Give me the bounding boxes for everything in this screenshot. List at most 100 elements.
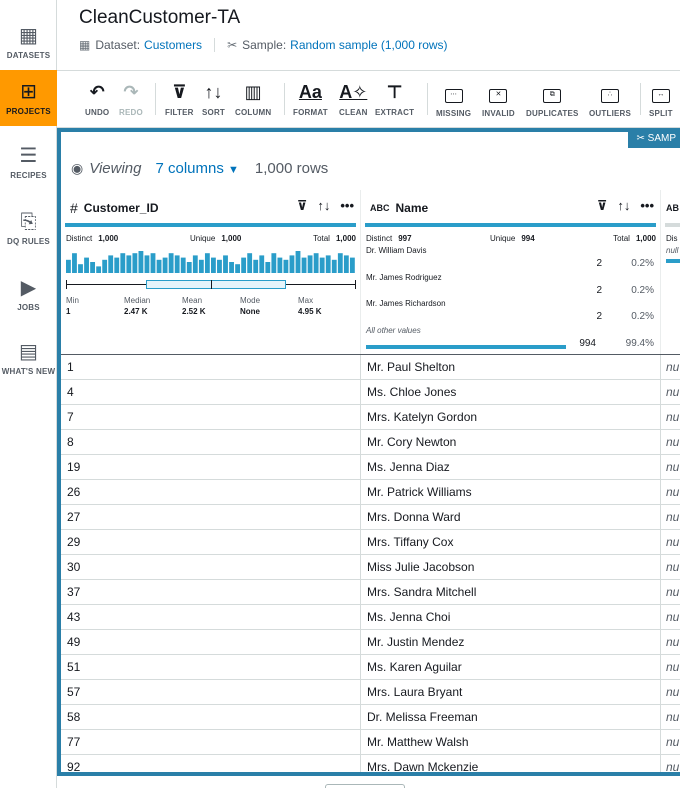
table-row[interactable]: 43 Ms. Jenna Choi nu — [61, 605, 680, 630]
histogram-bar[interactable] — [180, 257, 186, 273]
cell-third-column[interactable]: nu — [661, 680, 680, 705]
column-card-name[interactable]: ABC Name ⊽ ↑↓ ••• Distinct 997 Unique 994 … — [361, 190, 661, 354]
cell-third-column[interactable]: nu — [661, 630, 680, 655]
table-row[interactable]: 26 Mr. Patrick Williams nu — [61, 480, 680, 505]
cell-customer-id[interactable]: 29 — [61, 530, 361, 555]
histogram-bar[interactable] — [198, 259, 204, 273]
columns-dropdown[interactable]: 7 columns ▼ — [155, 160, 238, 177]
table-row[interactable]: 37 Mrs. Sandra Mitchell nu — [61, 580, 680, 605]
cell-customer-id[interactable]: 43 — [61, 605, 361, 630]
histogram-bar[interactable] — [108, 255, 114, 273]
missing-button[interactable]: ⋯ MISSING — [436, 71, 471, 127]
nav-recipes[interactable]: ☰ RECIPES — [0, 134, 57, 190]
cell-customer-id[interactable]: 77 — [61, 730, 361, 755]
histogram-bar[interactable] — [192, 255, 198, 273]
top-value-row[interactable]: Mr. James Richardson 2 0.2% — [366, 299, 654, 322]
nav-whats-new[interactable]: ▤ WHAT'S NEW — [0, 330, 57, 386]
histogram-bar[interactable] — [265, 262, 271, 273]
histogram-bar[interactable] — [114, 257, 120, 273]
outliers-button[interactable]: ∴ OUTLIERS — [589, 71, 631, 127]
histogram-bar[interactable] — [66, 259, 71, 273]
histogram-bar[interactable] — [126, 255, 132, 273]
histogram-bar[interactable] — [132, 253, 138, 273]
other-values-row[interactable]: All other values 994 99.4% — [366, 326, 654, 349]
histogram-bar[interactable] — [283, 259, 289, 273]
histogram-bar[interactable] — [162, 257, 168, 273]
cell-customer-id[interactable]: 51 — [61, 655, 361, 680]
table-row[interactable]: 51 Ms. Karen Aguilar nu — [61, 655, 680, 680]
histogram-bar[interactable] — [259, 255, 265, 273]
histogram-bar[interactable] — [313, 253, 319, 273]
histogram-bar[interactable] — [349, 257, 355, 273]
sample-link[interactable]: Random sample (1,000 rows) — [290, 38, 447, 52]
cell-name[interactable]: Mrs. Katelyn Gordon — [361, 405, 661, 430]
histogram-bar[interactable] — [84, 257, 89, 273]
cell-name[interactable]: Mr. Paul Shelton — [361, 355, 661, 380]
cell-third-column[interactable]: nu — [661, 580, 680, 605]
cell-name[interactable]: Miss Julie Jacobson — [361, 555, 661, 580]
histogram-bar[interactable] — [235, 264, 241, 273]
column-header[interactable]: ABC Name ⊽ ↑↓ ••• — [361, 198, 660, 218]
horizontal-scroll-handle[interactable] — [325, 784, 405, 788]
cell-customer-id[interactable]: 19 — [61, 455, 361, 480]
split-button[interactable]: ↔ SPLIT — [649, 71, 673, 127]
table-row[interactable]: 29 Mrs. Tiffany Cox nu — [61, 530, 680, 555]
table-row[interactable]: 58 Dr. Melissa Freeman nu — [61, 705, 680, 730]
cell-customer-id[interactable]: 27 — [61, 505, 361, 530]
histogram-bar[interactable] — [325, 255, 331, 273]
cell-third-column[interactable]: nu — [661, 505, 680, 530]
histogram-bar[interactable] — [247, 253, 253, 273]
histogram-bar[interactable] — [253, 259, 259, 273]
cell-customer-id[interactable]: 57 — [61, 680, 361, 705]
top-value-row[interactable]: Dr. William Davis 2 0.2% — [366, 246, 654, 269]
cell-customer-id[interactable]: 37 — [61, 580, 361, 605]
histogram-bar[interactable] — [72, 253, 77, 273]
histogram-bar[interactable] — [174, 255, 180, 273]
histogram-bar[interactable] — [229, 262, 234, 273]
table-row[interactable]: 77 Mr. Matthew Walsh nu — [61, 730, 680, 755]
table-row[interactable]: 57 Mrs. Laura Bryant nu — [61, 680, 680, 705]
histogram-bar[interactable] — [120, 253, 126, 273]
cell-third-column[interactable]: nu — [661, 355, 680, 380]
histogram-bar[interactable] — [337, 253, 343, 273]
cell-name[interactable]: Mr. Matthew Walsh — [361, 730, 661, 755]
histogram-bar[interactable] — [307, 255, 313, 273]
cell-name[interactable]: Mr. Justin Mendez — [361, 630, 661, 655]
column-card-customer-id[interactable]: # Customer_ID ⊽ ↑↓ ••• Distinct 1,000 Uni… — [61, 190, 361, 354]
histogram-bar[interactable] — [168, 253, 174, 273]
histogram-bar[interactable] — [186, 262, 192, 273]
column-button[interactable]: ▥ COLUMN — [235, 71, 271, 127]
invalid-button[interactable]: ✕ INVALID — [482, 71, 515, 127]
histogram-bar[interactable] — [78, 264, 83, 273]
histogram-bar[interactable] — [138, 251, 144, 273]
histogram[interactable] — [66, 251, 356, 273]
table-row[interactable]: 49 Mr. Justin Mendez nu — [61, 630, 680, 655]
cell-third-column[interactable]: nu — [661, 605, 680, 630]
redo-button[interactable]: ↷ REDO — [119, 71, 143, 127]
column-header[interactable]: AB — [661, 198, 680, 218]
table-row[interactable]: 7 Mrs. Katelyn Gordon nu — [61, 405, 680, 430]
cell-name[interactable]: Mrs. Donna Ward — [361, 505, 661, 530]
table-row[interactable]: 8 Mr. Cory Newton nu — [61, 430, 680, 455]
cell-third-column[interactable]: nu — [661, 655, 680, 680]
dataset-link[interactable]: Customers — [144, 38, 202, 52]
histogram-bar[interactable] — [319, 257, 325, 273]
histogram-bar[interactable] — [217, 259, 222, 273]
filter-icon[interactable]: ⊽ — [597, 198, 608, 214]
cell-customer-id[interactable]: 1 — [61, 355, 361, 380]
histogram-bar[interactable] — [156, 259, 162, 273]
histogram-bar[interactable] — [211, 257, 216, 273]
table-row[interactable]: 30 Miss Julie Jacobson nu — [61, 555, 680, 580]
cell-name[interactable]: Mrs. Tiffany Cox — [361, 530, 661, 555]
column-header[interactable]: # Customer_ID ⊽ ↑↓ ••• — [61, 198, 360, 218]
top-value-row[interactable]: Mr. James Rodriguez 2 0.2% — [366, 273, 654, 296]
cell-name[interactable]: Mrs. Dawn Mckenzie — [361, 755, 661, 772]
cell-third-column[interactable]: nu — [661, 730, 680, 755]
cell-third-column[interactable]: nu — [661, 755, 680, 772]
histogram-bar[interactable] — [96, 266, 102, 273]
cell-third-column[interactable]: nu — [661, 480, 680, 505]
sort-icon[interactable]: ↑↓ — [617, 198, 630, 214]
histogram-bar[interactable] — [150, 253, 156, 273]
more-icon[interactable]: ••• — [640, 198, 654, 214]
sort-icon[interactable]: ↑↓ — [317, 198, 330, 214]
